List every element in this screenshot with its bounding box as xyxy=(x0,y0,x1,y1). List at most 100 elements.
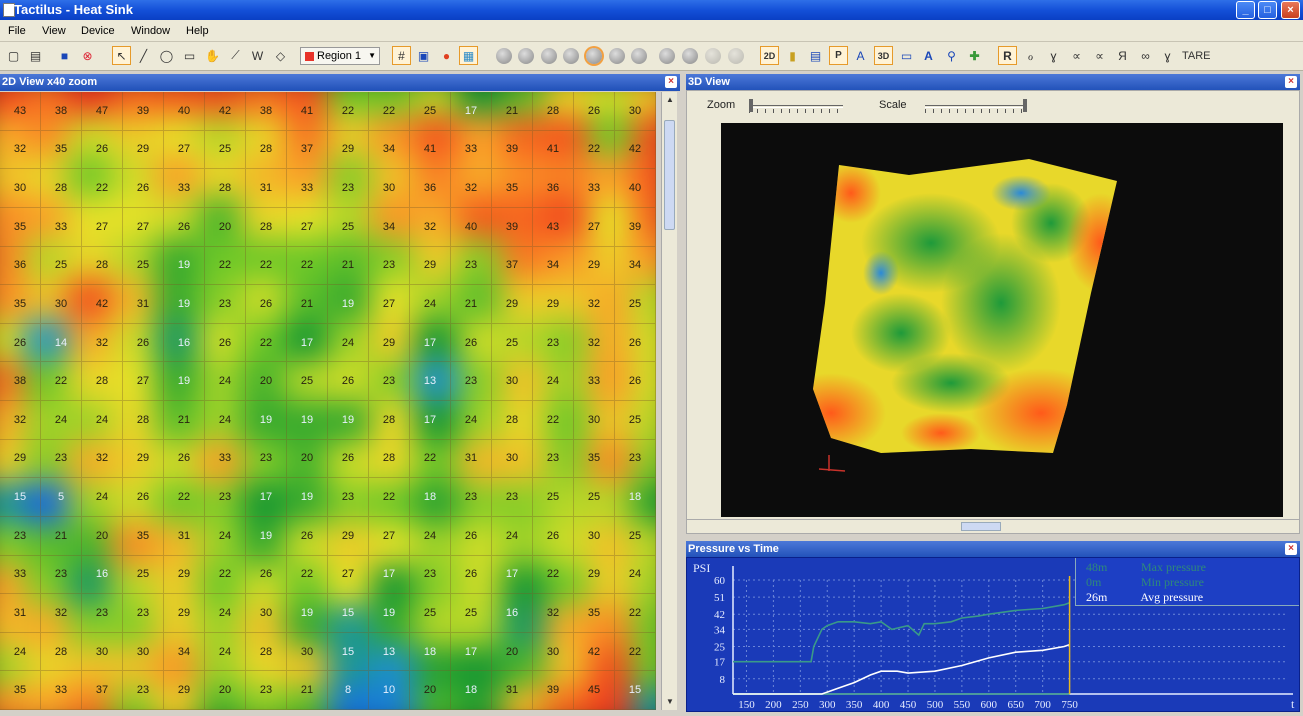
rotate-g-icon[interactable]: ɣ xyxy=(1158,46,1177,65)
next-frame-icon[interactable] xyxy=(705,48,721,64)
heatmap-cell: 29 xyxy=(123,130,164,170)
menu-device[interactable]: Device xyxy=(81,25,115,37)
rotate-d-icon[interactable]: ∝ xyxy=(1090,46,1109,65)
view2d-vertical-scrollbar[interactable]: ▲ ▼ xyxy=(661,92,677,710)
y-tick-label: 25 xyxy=(714,642,726,654)
rotate-r-icon[interactable]: R xyxy=(998,46,1017,65)
region-select[interactable]: Region 1 ▼ xyxy=(300,47,380,65)
crosshair-icon[interactable]: ✚ xyxy=(965,46,984,65)
menu-view[interactable]: View xyxy=(42,25,66,37)
annotate-tool-icon[interactable]: W xyxy=(248,46,267,65)
tare-button[interactable]: TARE xyxy=(1182,50,1211,62)
view3d-horizontal-scrollbar[interactable] xyxy=(687,519,1299,533)
rotate-e-icon[interactable]: Я xyxy=(1113,46,1132,65)
step-back-icon[interactable] xyxy=(563,48,579,64)
view3d-scene[interactable] xyxy=(721,123,1283,517)
record-icon[interactable] xyxy=(586,48,602,64)
eraser-tool-icon[interactable]: ◇ xyxy=(271,46,290,65)
rotate-b-icon[interactable]: ɣ xyxy=(1044,46,1063,65)
heatmap-cell: 21 xyxy=(41,516,82,556)
heatmap-cell: 22 xyxy=(41,362,82,401)
ellipse-tool-icon[interactable]: ◯ xyxy=(157,46,176,65)
heatmap-cell: 24 xyxy=(0,632,41,672)
numbers-toggle-icon[interactable]: ▣ xyxy=(414,46,433,65)
heatmap-cell: 32 xyxy=(410,207,451,247)
scroll-thumb[interactable] xyxy=(664,120,675,230)
heatmap-cell: 24 xyxy=(82,401,123,440)
scale-slider-thumb[interactable] xyxy=(1023,99,1027,112)
heatmap-cell: 30 xyxy=(492,439,533,479)
view3d-close-icon[interactable]: × xyxy=(1285,76,1297,88)
heatmap-cell: 20 xyxy=(246,362,287,401)
heatmap-cell: 22 xyxy=(574,130,615,170)
stop-icon[interactable]: ⊗ xyxy=(78,46,97,65)
heatmap-cell: 16 xyxy=(164,323,205,363)
heatmap-cell: 22 xyxy=(82,169,123,208)
minimize-button[interactable]: _ xyxy=(1236,1,1255,19)
heatmap-cell: 26 xyxy=(123,478,164,517)
text-overlay-icon[interactable]: A xyxy=(851,46,870,65)
heatmap-cell: 27 xyxy=(123,207,164,247)
hand-tool-icon[interactable]: ✋ xyxy=(203,46,222,65)
pointer-tool-icon[interactable]: ↖ xyxy=(112,46,131,65)
heatmap-cell: 30 xyxy=(287,632,328,672)
view-3d-icon[interactable]: 3D xyxy=(874,46,893,65)
heatmap-cell: 25 xyxy=(615,285,656,324)
palette-icon[interactable]: ● xyxy=(437,46,456,65)
line-tool-icon[interactable]: ╱ xyxy=(134,46,153,65)
prev-frame-icon[interactable] xyxy=(518,48,534,64)
view-2d-icon[interactable]: 2D xyxy=(760,46,779,65)
heatmap-cell: 22 xyxy=(533,401,574,440)
app-window: Tactilus - Heat Sink _ □ × File View Dev… xyxy=(0,0,1303,716)
close-button[interactable]: × xyxy=(1281,1,1300,19)
menu-file[interactable]: File xyxy=(8,25,26,37)
chevron-down-icon: ▼ xyxy=(368,51,376,60)
heatmap-cell: 22 xyxy=(615,594,656,633)
play-icon[interactable] xyxy=(631,48,647,64)
rotate-f-icon[interactable]: ∞ xyxy=(1136,46,1155,65)
calibrate-icon[interactable]: ⚲ xyxy=(942,46,961,65)
font-icon[interactable]: A xyxy=(919,46,938,65)
window-icon[interactable]: ▭ xyxy=(897,46,916,65)
view3d-title: 3D View xyxy=(688,76,730,88)
heatmap-cell: 34 xyxy=(615,246,656,286)
rewind-icon[interactable] xyxy=(541,48,557,64)
colormap-icon[interactable]: ▦ xyxy=(459,46,478,65)
rotate-a-icon[interactable]: ℴ xyxy=(1021,46,1040,65)
heatmap-cell: 39 xyxy=(123,92,164,131)
step-forward-icon[interactable] xyxy=(659,48,675,64)
save-icon[interactable]: ■ xyxy=(55,46,74,65)
measure-tool-icon[interactable]: ⟋ xyxy=(226,46,245,65)
heatmap-cell: 29 xyxy=(533,285,574,324)
heatmap-cell: 26 xyxy=(615,362,656,401)
heatmap-cell: 27 xyxy=(369,516,410,556)
maximize-button[interactable]: □ xyxy=(1258,1,1277,19)
x-tick-label: 350 xyxy=(846,699,863,711)
menu-window[interactable]: Window xyxy=(131,25,170,37)
grid-toggle-icon[interactable]: # xyxy=(392,46,411,65)
last-frame-icon[interactable] xyxy=(728,48,744,64)
heatmap-cell: 19 xyxy=(287,401,328,440)
view3d-scroll-thumb[interactable] xyxy=(961,522,1001,531)
new-file-icon[interactable]: ▢ xyxy=(4,46,23,65)
legend-bar-icon[interactable]: ▮ xyxy=(783,46,802,65)
scale-slider[interactable] xyxy=(925,105,1025,113)
first-frame-icon[interactable] xyxy=(496,48,512,64)
menu-help[interactable]: Help xyxy=(186,25,209,37)
heatmap-cell: 26 xyxy=(451,323,492,363)
zoom-slider[interactable] xyxy=(749,105,843,113)
pvt-close-icon[interactable]: × xyxy=(1285,543,1297,555)
open-file-icon[interactable]: ▤ xyxy=(26,46,45,65)
rotate-c-icon[interactable]: ∝ xyxy=(1067,46,1086,65)
scroll-down-icon[interactable]: ▼ xyxy=(663,695,677,709)
peak-icon[interactable]: P xyxy=(829,46,848,65)
heatmap-2d[interactable]: 43 38 47 39 40 42 38 41 22 22 25 17 21 28 26 30 32 35 26 29… xyxy=(0,92,656,710)
region-color-swatch xyxy=(305,52,314,61)
rectangle-tool-icon[interactable]: ▭ xyxy=(180,46,199,65)
zoom-slider-thumb[interactable] xyxy=(749,99,753,112)
chart-icon[interactable]: ▤ xyxy=(806,46,825,65)
fast-forward-icon[interactable] xyxy=(682,48,698,64)
pause-icon[interactable] xyxy=(609,48,625,64)
view2d-close-icon[interactable]: × xyxy=(665,76,677,88)
scroll-up-icon[interactable]: ▲ xyxy=(663,93,677,107)
